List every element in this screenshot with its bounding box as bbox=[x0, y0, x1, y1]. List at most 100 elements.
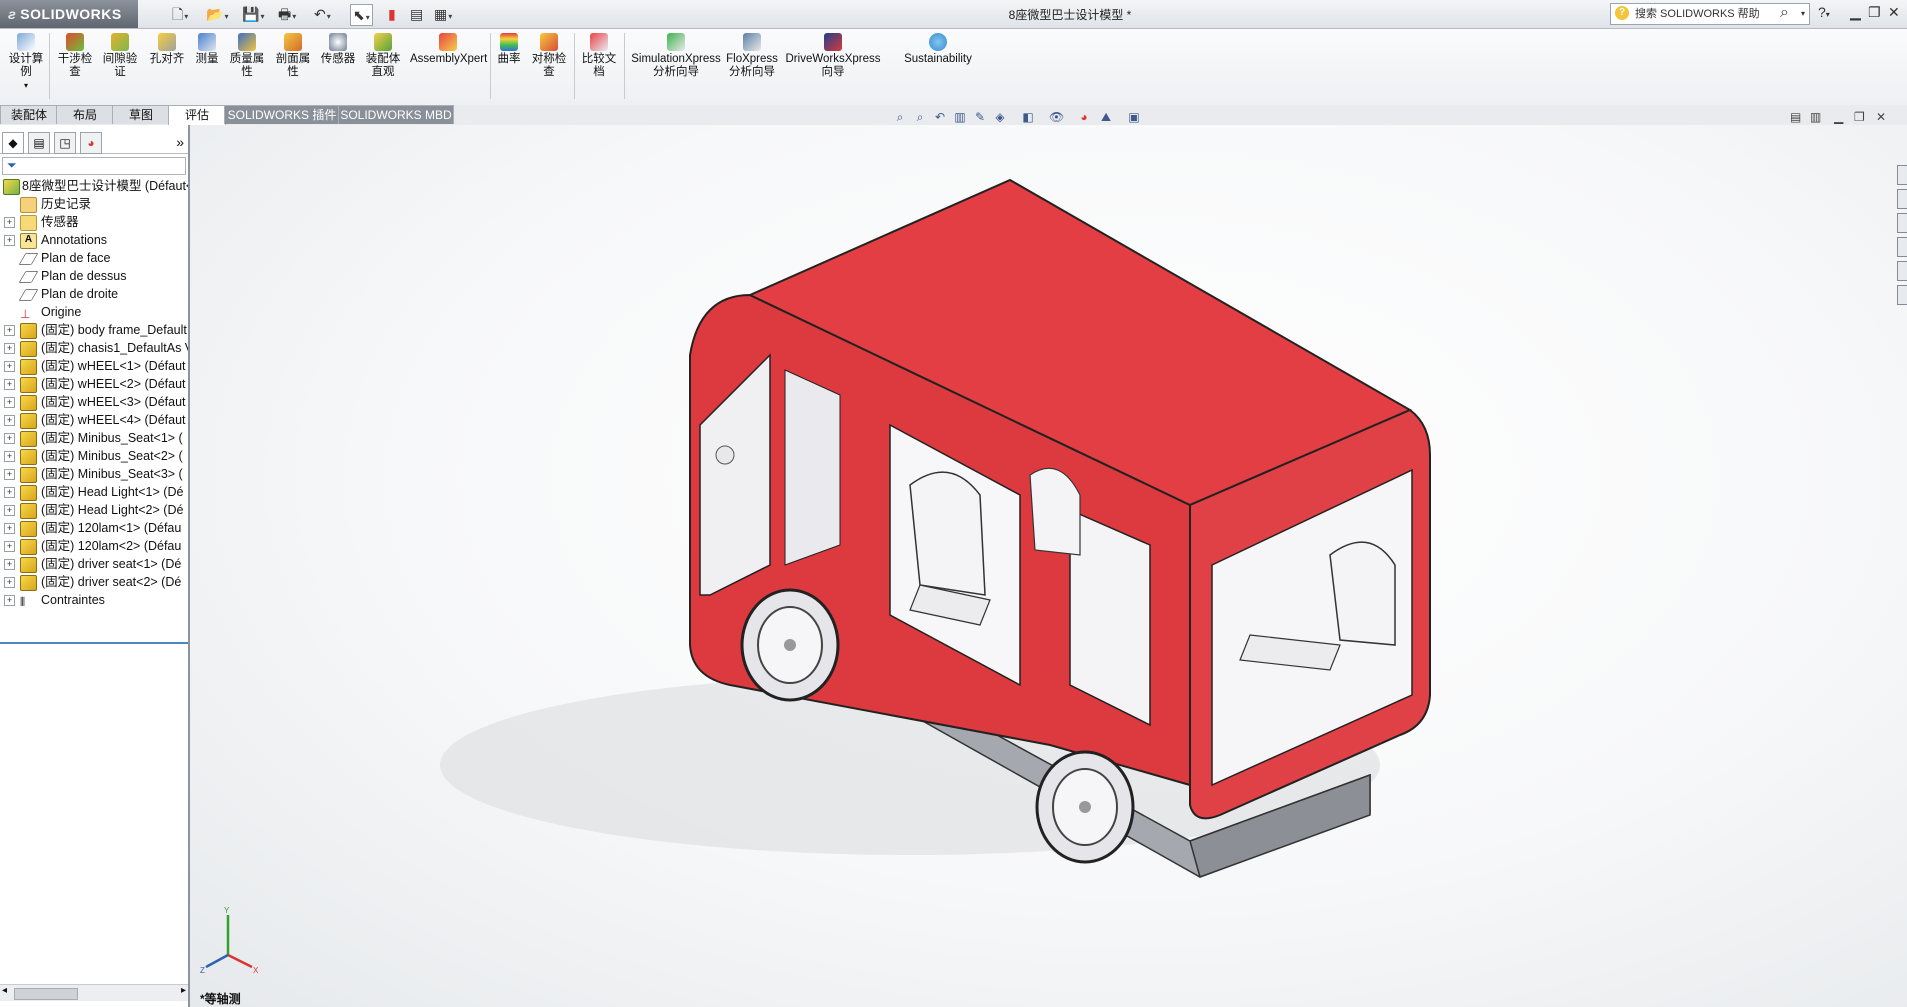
tab-sketch[interactable]: 草图 bbox=[112, 105, 170, 124]
doc-minimize-icon[interactable]: ▁ bbox=[1834, 110, 1843, 124]
view-orientation-icon[interactable]: ◈ bbox=[993, 110, 1007, 124]
expand-node-icon[interactable]: + bbox=[4, 379, 15, 390]
tree-item[interactable]: + (固定) wHEEL<1> (Défaut bbox=[0, 357, 188, 375]
edit-appearance-icon[interactable]: ◕ bbox=[1077, 110, 1091, 124]
task-pane-home-icon[interactable] bbox=[1897, 165, 1907, 185]
doc-close-icon[interactable]: ✕ bbox=[1876, 110, 1886, 124]
hide-show-items-icon[interactable]: 👁 bbox=[1049, 110, 1064, 124]
tree-item[interactable]: + (固定) wHEEL<4> (Défaut bbox=[0, 411, 188, 429]
interference-button[interactable]: 干涉检查 bbox=[54, 33, 96, 79]
expand-node-icon[interactable]: + bbox=[4, 235, 15, 246]
apply-scene-icon[interactable]: ⛰ bbox=[1099, 110, 1113, 124]
assemblyxpert-button[interactable]: AssemblyXpert bbox=[410, 33, 487, 66]
compare-documents-button[interactable]: 比较文档 bbox=[578, 33, 620, 79]
scroll-right-icon[interactable]: ▸ bbox=[181, 985, 186, 996]
display-style-icon[interactable]: ◧ bbox=[1021, 110, 1035, 124]
rebuild-button[interactable]: ▮ bbox=[388, 4, 396, 24]
tree-item[interactable]: + 传感器 bbox=[0, 213, 188, 231]
tree-item[interactable]: + (固定) driver seat<2> (Dé bbox=[0, 573, 188, 591]
tree-rollback-bar[interactable] bbox=[0, 642, 188, 644]
measure-button[interactable]: 测量 bbox=[192, 33, 222, 66]
displaymanager-tab-icon[interactable]: ◕ bbox=[80, 132, 102, 154]
tree-root[interactable]: 8座微型巴士设计模型 (Défaut<D bbox=[0, 177, 188, 195]
tree-item[interactable]: + (固定) body frame_Default bbox=[0, 321, 188, 339]
previous-view-icon[interactable]: ↶ bbox=[933, 110, 947, 124]
mass-properties-button[interactable]: 质量属性 bbox=[226, 33, 268, 79]
task-pane-file-explorer-icon[interactable] bbox=[1897, 237, 1907, 257]
sustainability-button[interactable]: Sustainability bbox=[898, 33, 978, 66]
tree-item[interactable]: + (固定) Minibus_Seat<1> ( bbox=[0, 429, 188, 447]
zoom-to-fit-icon[interactable]: ⌕ bbox=[893, 110, 907, 124]
driveworksxpress-button[interactable]: DriveWorksXpress 向导 bbox=[784, 33, 882, 79]
tree-item[interactable]: + (固定) 120lam<2> (Défau bbox=[0, 537, 188, 555]
tree-item[interactable]: Plan de face bbox=[0, 249, 188, 267]
file-properties-button[interactable]: ▤ bbox=[410, 4, 423, 24]
expand-node-icon[interactable]: + bbox=[4, 487, 15, 498]
horizontal-scrollbar[interactable]: ◂ ▸ bbox=[0, 984, 188, 1001]
tile-vertical-icon[interactable]: ▥ bbox=[1810, 110, 1821, 124]
minimize-window-button[interactable]: ▁ bbox=[1850, 4, 1861, 21]
tab-solidworks-addins[interactable]: SOLIDWORKS 插件 bbox=[224, 105, 340, 124]
assembly-visualization-button[interactable]: 装配体 直观 bbox=[362, 33, 404, 79]
expand-node-icon[interactable]: + bbox=[4, 325, 15, 336]
tree-item[interactable]: + A Annotations bbox=[0, 231, 188, 249]
tree-filter-input[interactable]: ⏷ bbox=[2, 157, 186, 175]
expand-node-icon[interactable]: + bbox=[4, 361, 15, 372]
tree-item[interactable]: + ⫴ Contraintes bbox=[0, 591, 188, 609]
solidworks-logo[interactable]: ƨ SOLIDWORKS bbox=[0, 0, 138, 28]
tile-horizontal-icon[interactable]: ▤ bbox=[1790, 110, 1801, 124]
help-search-input[interactable]: ? 搜索 SOLIDWORKS 帮助 ⌕ ▾ bbox=[1610, 3, 1810, 25]
graphics-area[interactable]: Y X Z *等轴测 bbox=[190, 125, 1907, 1007]
save-button[interactable]: 💾▾ bbox=[242, 4, 264, 24]
tree-item[interactable]: Plan de droite bbox=[0, 285, 188, 303]
tree-item[interactable]: Plan de dessus bbox=[0, 267, 188, 285]
section-view-icon[interactable]: ▥ bbox=[953, 110, 967, 124]
clearance-button[interactable]: 间隙验证 bbox=[99, 33, 141, 79]
task-pane-resources-icon[interactable] bbox=[1897, 189, 1907, 209]
expand-node-icon[interactable]: + bbox=[4, 559, 15, 570]
configurationmanager-tab-icon[interactable]: ◳ bbox=[54, 132, 76, 154]
design-study-button[interactable]: 设计算例 ▾ bbox=[6, 33, 46, 92]
expand-node-icon[interactable]: + bbox=[4, 397, 15, 408]
zoom-to-area-icon[interactable]: ⌕ bbox=[913, 110, 927, 124]
expand-node-icon[interactable]: + bbox=[4, 595, 15, 606]
open-button[interactable]: 📂▾ bbox=[206, 4, 228, 24]
tab-assembly[interactable]: 装配体 bbox=[0, 105, 58, 124]
featuremanager-tab-icon[interactable]: ◆ bbox=[2, 132, 24, 154]
task-pane-custom-props-icon[interactable] bbox=[1897, 285, 1907, 305]
symmetry-check-button[interactable]: 对称检查 bbox=[528, 33, 570, 79]
expand-node-icon[interactable]: + bbox=[4, 415, 15, 426]
propertymanager-tab-icon[interactable]: ▤ bbox=[28, 132, 50, 154]
expand-node-icon[interactable]: + bbox=[4, 433, 15, 444]
close-window-button[interactable]: ✕ bbox=[1888, 4, 1900, 21]
expand-node-icon[interactable]: + bbox=[4, 505, 15, 516]
scroll-left-icon[interactable]: ◂ bbox=[2, 985, 7, 996]
tree-item[interactable]: + (固定) driver seat<1> (Dé bbox=[0, 555, 188, 573]
tab-evaluate[interactable]: 评估 bbox=[168, 105, 226, 126]
section-properties-button[interactable]: 剖面属性 bbox=[272, 33, 314, 79]
task-pane-appearances-icon[interactable] bbox=[1897, 261, 1907, 281]
dynamic-annotation-icon[interactable]: ✎ bbox=[973, 110, 987, 124]
expand-node-icon[interactable]: + bbox=[4, 451, 15, 462]
expand-node-icon[interactable]: + bbox=[4, 541, 15, 552]
expand-node-icon[interactable]: + bbox=[4, 469, 15, 480]
select-button[interactable]: ⬉▾ bbox=[350, 4, 373, 26]
tree-item[interactable]: + (固定) wHEEL<2> (Défaut bbox=[0, 375, 188, 393]
doc-restore-icon[interactable]: ❐ bbox=[1854, 110, 1865, 124]
tab-layout[interactable]: 布局 bbox=[56, 105, 114, 124]
task-pane-design-library-icon[interactable] bbox=[1897, 213, 1907, 233]
restore-window-button[interactable]: ❐ bbox=[1868, 4, 1881, 21]
expand-node-icon[interactable]: + bbox=[4, 577, 15, 588]
simulationxpress-button[interactable]: SimulationXpress 分析向导 bbox=[628, 33, 724, 79]
options-button[interactable]: ▦▾ bbox=[434, 4, 452, 24]
floxpress-button[interactable]: FloXpress 分析向导 bbox=[724, 33, 780, 79]
view-settings-icon[interactable]: ▣ bbox=[1127, 110, 1141, 124]
expand-node-icon[interactable]: + bbox=[4, 343, 15, 354]
tree-item[interactable]: + (固定) 120lam<1> (Défau bbox=[0, 519, 188, 537]
tree-item[interactable]: + (固定) Head Light<2> (Dé bbox=[0, 501, 188, 519]
tree-item[interactable]: ⊥ Origine bbox=[0, 303, 188, 321]
tree-item[interactable]: + (固定) Minibus_Seat<2> ( bbox=[0, 447, 188, 465]
expand-node-icon[interactable]: + bbox=[4, 523, 15, 534]
chevron-down-icon[interactable]: ▾ bbox=[1801, 4, 1805, 24]
curvature-button[interactable]: 曲率 bbox=[494, 33, 524, 66]
